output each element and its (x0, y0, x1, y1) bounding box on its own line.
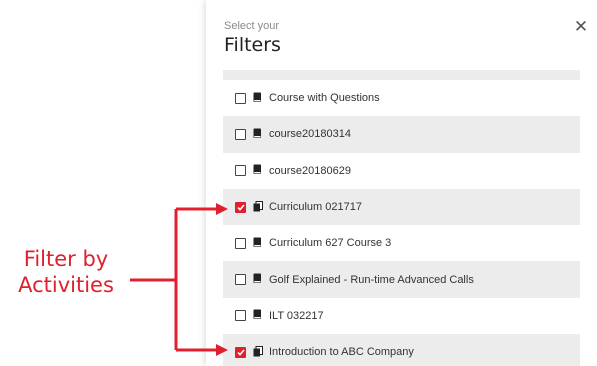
arrowhead-bottom (216, 344, 228, 356)
arrowhead-top (216, 203, 228, 215)
annotation-arrows (130, 203, 228, 356)
